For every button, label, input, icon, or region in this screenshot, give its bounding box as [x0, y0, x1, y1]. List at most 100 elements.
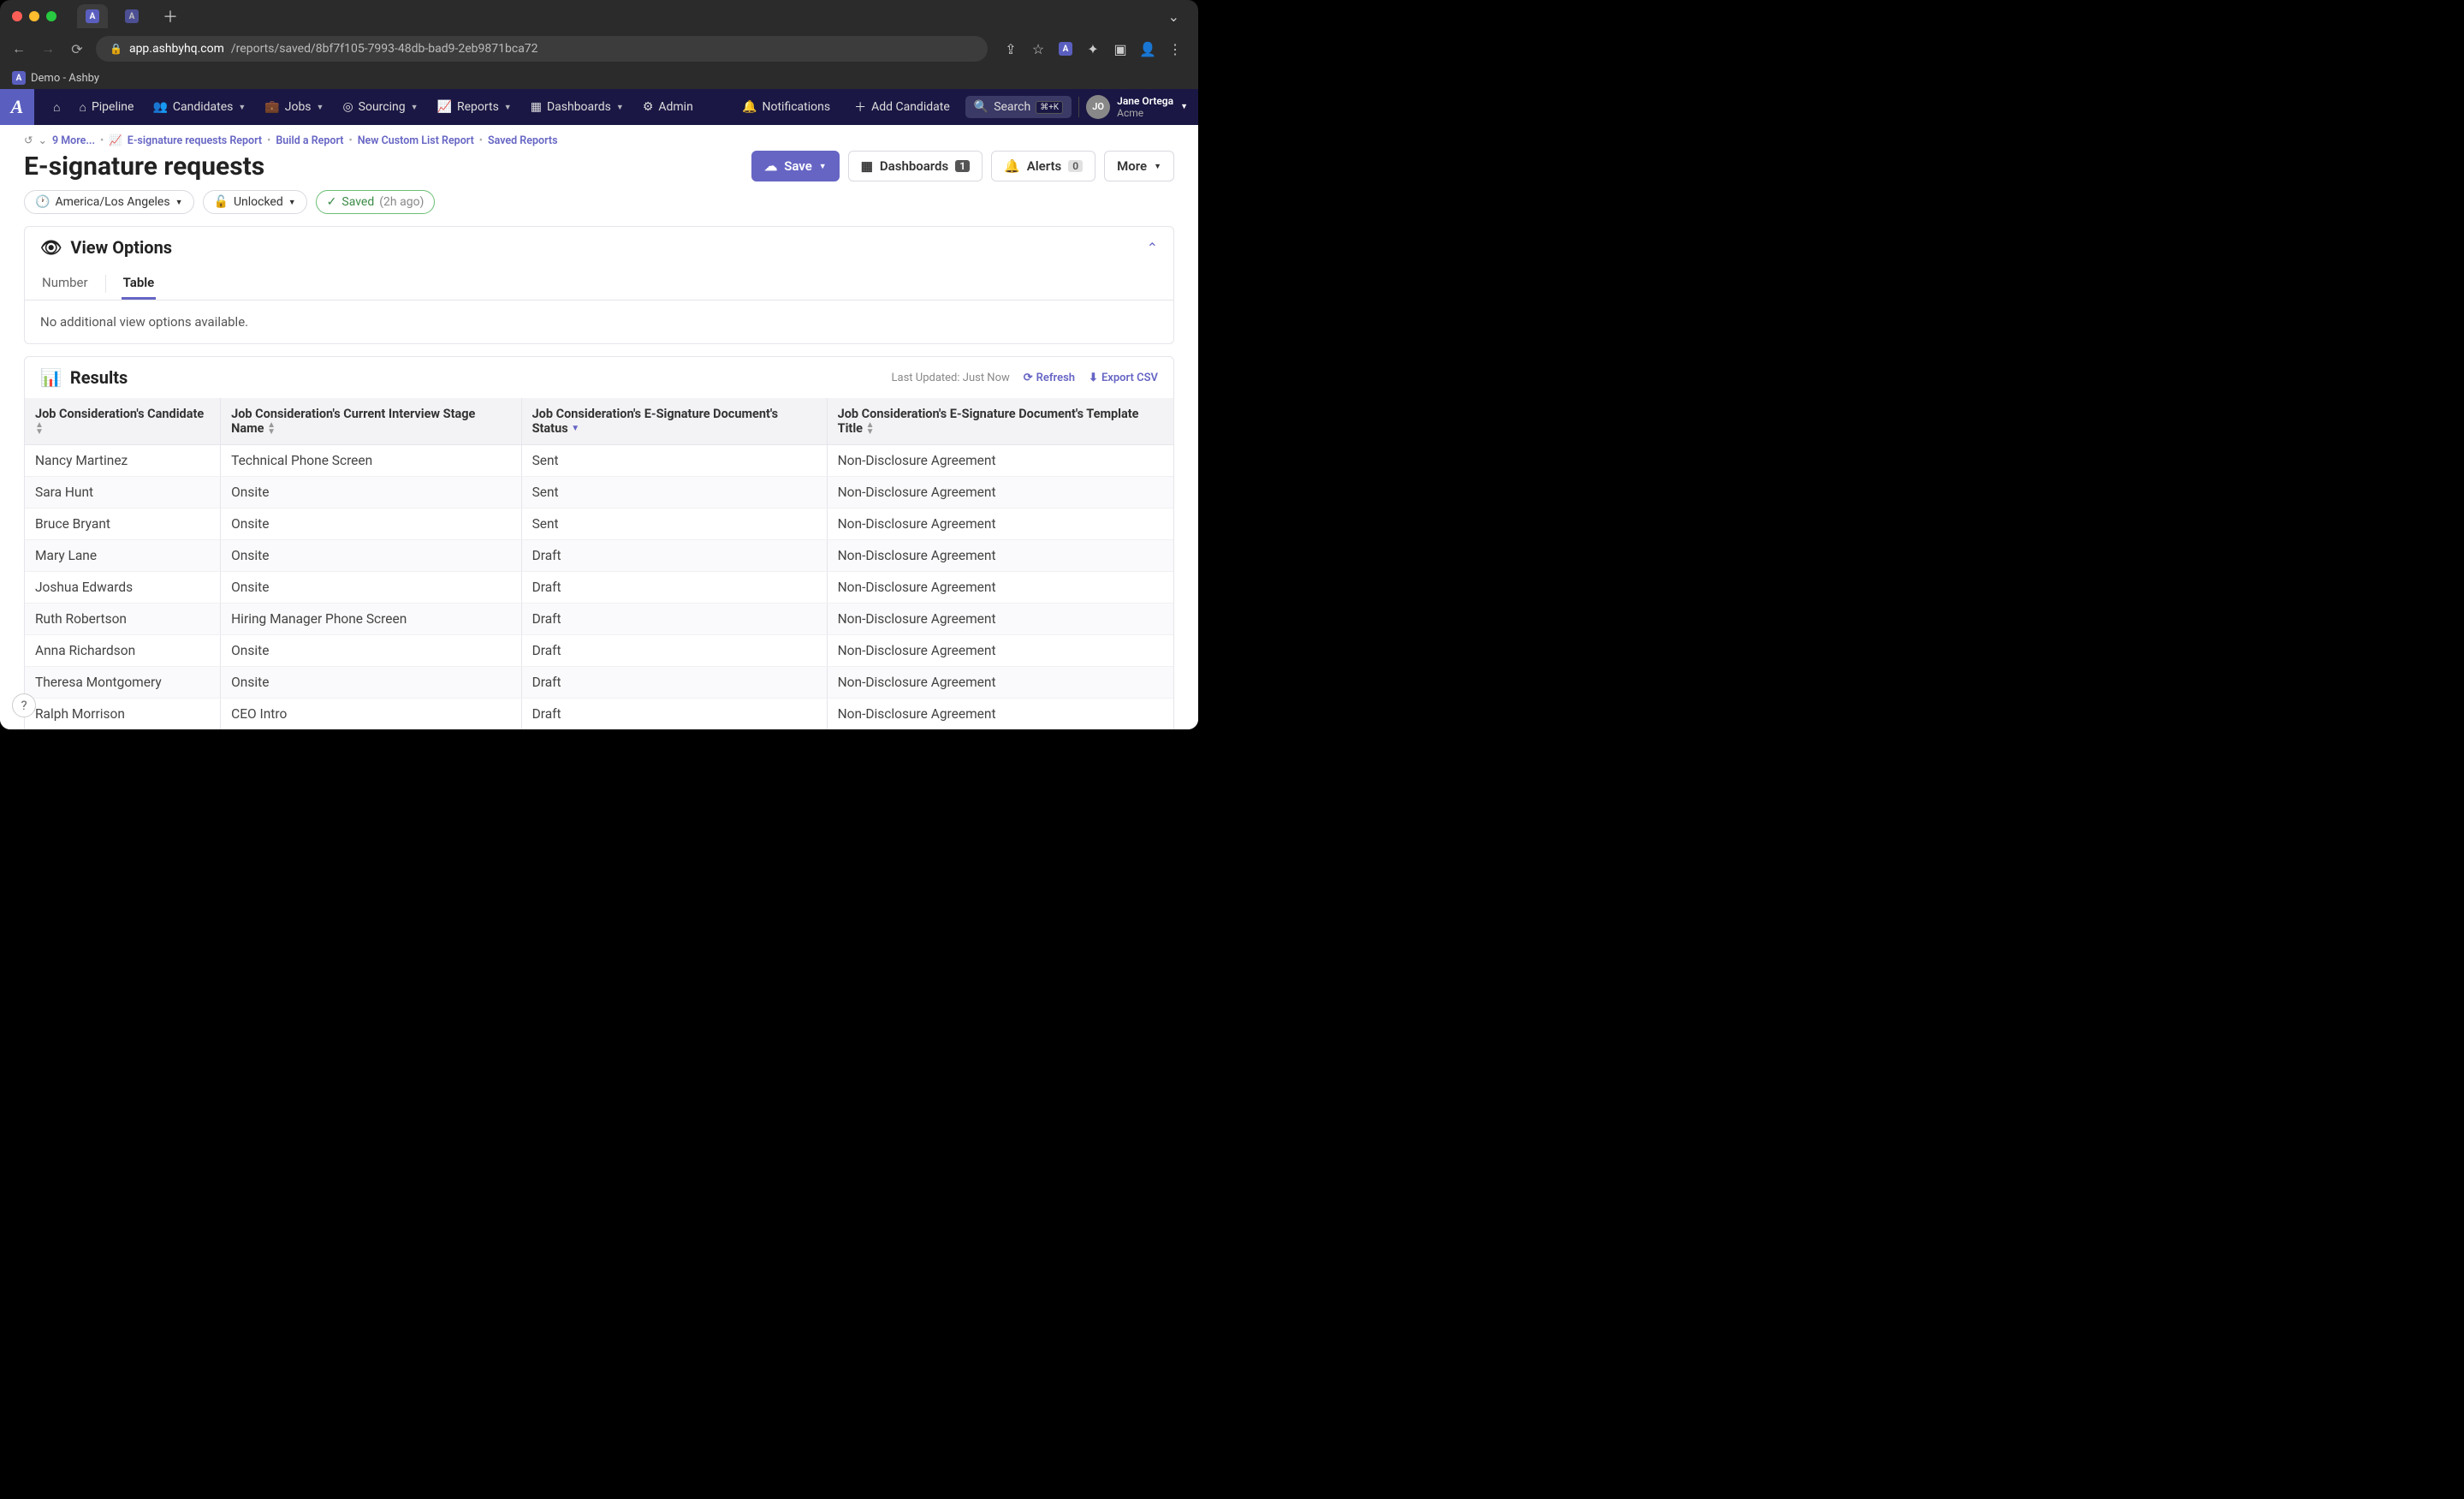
- star-icon[interactable]: ☆: [1029, 39, 1048, 58]
- nav-item-admin[interactable]: ⚙Admin: [634, 95, 702, 119]
- panel-icon[interactable]: ▣: [1111, 39, 1130, 58]
- table-row[interactable]: Theresa MontgomeryOnsiteDraftNon-Disclos…: [25, 667, 1173, 699]
- avatar: JO: [1086, 95, 1110, 119]
- breadcrumb-link[interactable]: E-signature requests Report: [128, 134, 262, 147]
- chevron-down-icon: ▼: [504, 103, 512, 112]
- user-menu[interactable]: JO Jane Ortega Acme ▼: [1086, 95, 1188, 120]
- forward-button[interactable]: →: [38, 40, 58, 57]
- tab-overflow-icon[interactable]: ⌄: [1168, 9, 1179, 25]
- eye-icon: 👁: [40, 237, 62, 258]
- address-bar[interactable]: 🔒 app.ashbyhq.com/reports/saved/8bf7f105…: [96, 36, 988, 62]
- nav-item-dashboards[interactable]: ▦Dashboards▼: [522, 95, 632, 119]
- app-logo[interactable]: A: [0, 89, 34, 125]
- ashby-favicon: A: [86, 9, 99, 23]
- chart-icon: 📊: [40, 367, 62, 388]
- help-button[interactable]: ?: [12, 693, 36, 717]
- breadcrumb-link[interactable]: Saved Reports: [488, 134, 558, 147]
- breadcrumb-link[interactable]: New Custom List Report: [358, 134, 474, 147]
- column-header[interactable]: Job Consideration's E-Signature Document…: [521, 398, 827, 445]
- cell-stage: Onsite: [221, 667, 521, 699]
- breadcrumb-more[interactable]: 9 More...: [52, 134, 95, 147]
- cell-candidate: Joshua Edwards: [25, 572, 221, 604]
- cell-template: Non-Disclosure Agreement: [827, 540, 1173, 572]
- view-options-body: No additional view options available.: [25, 300, 1173, 343]
- collapse-button[interactable]: ⌃: [1147, 240, 1158, 256]
- chevron-down-icon: ▼: [1154, 162, 1161, 171]
- chevron-down-icon: ▼: [288, 198, 296, 207]
- cell-stage: Hiring Manager Phone Screen: [221, 604, 521, 635]
- browser-tab-active[interactable]: A: [77, 4, 108, 28]
- check-icon: ✓: [327, 195, 337, 209]
- last-updated: Last Updated: Just Now: [892, 372, 1010, 384]
- bookmark-label: Demo - Ashby: [31, 72, 99, 85]
- nav-item-pipeline[interactable]: ⌂Pipeline: [70, 95, 142, 120]
- window-max-dot[interactable]: [46, 11, 56, 21]
- user-name: Jane Ortega: [1117, 95, 1173, 107]
- column-header[interactable]: Job Consideration's E-Signature Document…: [827, 398, 1173, 445]
- cell-status: Sent: [521, 445, 827, 477]
- lock-pill[interactable]: 🔓 Unlocked ▼: [203, 190, 307, 214]
- extension-ashby-icon[interactable]: A: [1056, 39, 1075, 58]
- cell-template: Non-Disclosure Agreement: [827, 604, 1173, 635]
- nav-item-candidates[interactable]: 👥Candidates▼: [144, 95, 254, 119]
- column-header[interactable]: Job Consideration's Candidate ▲▼: [25, 398, 221, 445]
- view-tab-number[interactable]: Number: [40, 268, 90, 300]
- table-row[interactable]: Anna RichardsonOnsiteDraftNon-Disclosure…: [25, 635, 1173, 667]
- notifications-button[interactable]: 🔔 Notifications: [733, 96, 839, 118]
- history-icon[interactable]: ↺: [24, 134, 33, 147]
- briefcase-icon: 💼: [264, 100, 279, 114]
- cell-status: Sent: [521, 509, 827, 540]
- bookmark-item[interactable]: A Demo - Ashby: [12, 71, 99, 85]
- profile-icon[interactable]: 👤: [1138, 39, 1157, 58]
- table-row[interactable]: Bruce BryantOnsiteSentNon-Disclosure Agr…: [25, 509, 1173, 540]
- cell-template: Non-Disclosure Agreement: [827, 667, 1173, 699]
- cell-candidate: Mary Lane: [25, 540, 221, 572]
- timezone-pill[interactable]: 🕐 America/Los Angeles ▼: [24, 190, 194, 214]
- table-row[interactable]: Nancy MartinezTechnical Phone ScreenSent…: [25, 445, 1173, 477]
- back-button[interactable]: ←: [9, 40, 29, 57]
- browser-tab-inactive[interactable]: A: [116, 4, 147, 28]
- table-row[interactable]: Mary LaneOnsiteDraftNon-Disclosure Agree…: [25, 540, 1173, 572]
- lock-icon: 🔒: [110, 43, 122, 55]
- new-tab-button[interactable]: ＋: [156, 2, 185, 31]
- window-close-dot[interactable]: [12, 11, 22, 21]
- breadcrumb-link[interactable]: Build a Report: [276, 134, 343, 147]
- window-min-dot[interactable]: [29, 11, 39, 21]
- view-options-title: View Options: [70, 237, 172, 258]
- view-tab-table[interactable]: Table: [122, 268, 157, 300]
- more-button[interactable]: More ▼: [1104, 151, 1174, 181]
- nav-item-reports[interactable]: 📈Reports▼: [429, 95, 520, 119]
- nav-item-jobs[interactable]: 💼Jobs▼: [256, 95, 332, 119]
- alerts-button[interactable]: 🔔 Alerts 0: [991, 151, 1095, 181]
- table-row[interactable]: Sara HuntOnsiteSentNon-Disclosure Agreem…: [25, 477, 1173, 509]
- table-row[interactable]: Joshua EdwardsOnsiteDraftNon-Disclosure …: [25, 572, 1173, 604]
- refresh-icon: ⟳: [1024, 372, 1033, 384]
- nav-home[interactable]: ⌂: [45, 95, 68, 120]
- alerts-badge: 0: [1068, 160, 1083, 172]
- share-icon[interactable]: ⇪: [1001, 39, 1020, 58]
- export-csv-button[interactable]: ⬇ Export CSV: [1089, 372, 1158, 384]
- cell-stage: Onsite: [221, 509, 521, 540]
- table-row[interactable]: Ruth RobertsonHiring Manager Phone Scree…: [25, 604, 1173, 635]
- reload-button[interactable]: ⟳: [67, 41, 87, 57]
- chevron-down-icon[interactable]: ⌄: [38, 134, 46, 147]
- bell-icon: 🔔: [1004, 158, 1020, 174]
- unlock-icon: 🔓: [214, 195, 229, 209]
- nav-item-sourcing[interactable]: ◎Sourcing▼: [334, 95, 426, 119]
- cell-candidate: Ralph Morrison: [25, 699, 221, 729]
- bell-icon: 🔔: [742, 100, 757, 114]
- save-button[interactable]: ☁ Save ▼: [751, 151, 840, 181]
- add-candidate-button[interactable]: ＋ Add Candidate: [846, 94, 959, 120]
- cell-stage: Onsite: [221, 477, 521, 509]
- divider: [1078, 97, 1079, 117]
- cell-stage: Onsite: [221, 635, 521, 667]
- dashboards-button[interactable]: ▦ Dashboards 1: [848, 151, 983, 181]
- refresh-button[interactable]: ⟳ Refresh: [1024, 372, 1075, 384]
- cell-stage: Onsite: [221, 572, 521, 604]
- column-header[interactable]: Job Consideration's Current Interview St…: [221, 398, 521, 445]
- extensions-icon[interactable]: ✦: [1084, 39, 1102, 58]
- browser-menu-icon[interactable]: ⋮: [1166, 39, 1185, 58]
- search-button[interactable]: 🔍 Search ⌘+K: [965, 96, 1072, 118]
- home-icon: ⌂: [79, 100, 86, 115]
- table-row[interactable]: Ralph MorrisonCEO IntroDraftNon-Disclosu…: [25, 699, 1173, 729]
